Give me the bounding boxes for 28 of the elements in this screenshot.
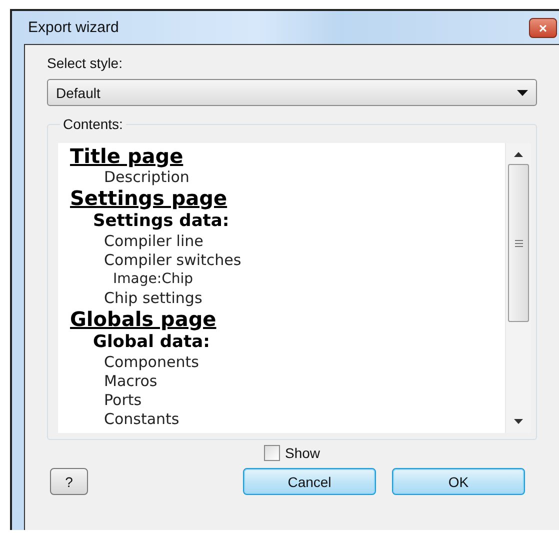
dialog-button[interactable]: OK xyxy=(392,468,525,495)
contents-item: Compiler line xyxy=(104,232,204,251)
contents-item: Image:Chip xyxy=(113,270,193,289)
scroll-down-icon[interactable] xyxy=(514,419,523,424)
section-heading: Settings data: xyxy=(93,210,230,232)
contents-item: Ports xyxy=(104,391,142,410)
contents-item: Compiler switches xyxy=(104,251,242,270)
scroll-up-icon[interactable] xyxy=(514,152,523,157)
dialog-button[interactable]: Cancel xyxy=(243,468,376,495)
show-label: Show xyxy=(284,445,320,461)
contents-item: Chip settings xyxy=(104,289,202,308)
dropdown-arrow-icon xyxy=(517,90,528,96)
page-heading: Title page xyxy=(70,145,184,168)
grip-icon xyxy=(514,240,522,246)
section-heading: Global data: xyxy=(93,331,210,353)
style-dropdown[interactable]: Default xyxy=(47,79,537,106)
page-heading: Settings page xyxy=(70,187,228,210)
contents-item: Macros xyxy=(104,372,158,391)
contents-item: Components xyxy=(104,353,199,372)
help-button[interactable]: ? xyxy=(50,468,88,495)
contents-item: Constants xyxy=(104,410,180,429)
select-style-label: Select style: xyxy=(47,55,122,71)
window-title: Export wizard xyxy=(28,19,119,36)
contents-label: Contents: xyxy=(60,116,126,132)
show-checkbox[interactable] xyxy=(264,445,280,461)
scroll-thumb[interactable] xyxy=(508,164,529,322)
contents-item: Description xyxy=(104,168,190,187)
page-heading: Globals page xyxy=(70,308,216,331)
